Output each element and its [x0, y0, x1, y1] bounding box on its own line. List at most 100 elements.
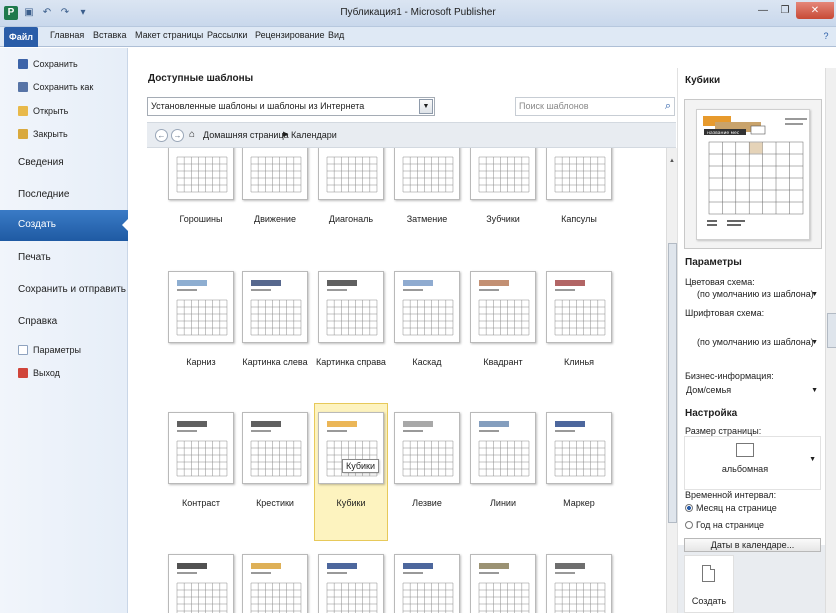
tab-file[interactable]: Файл [4, 27, 38, 47]
nav-close[interactable]: Закрыть [18, 129, 68, 139]
tab-view[interactable]: Вид [328, 30, 344, 40]
template-thumbnail[interactable] [318, 271, 384, 343]
template-thumbnail[interactable] [470, 148, 536, 200]
tab-page-layout[interactable]: Макет страницы [135, 30, 203, 40]
back-arrow-icon[interactable]: ← [155, 129, 168, 142]
business-info-select[interactable]: Дом/семья ▼ [684, 382, 821, 399]
save-icon [18, 59, 28, 69]
template-label: Квадрант [483, 357, 523, 367]
forward-arrow-icon[interactable]: → [171, 129, 184, 142]
breadcrumb-home[interactable]: Домашняя страница [203, 130, 289, 140]
preview-page: название мес [696, 109, 810, 240]
nav-options[interactable]: Параметры [18, 345, 81, 355]
template-thumbnail[interactable] [318, 554, 384, 613]
tab-home[interactable]: Главная [50, 30, 84, 40]
template-thumbnail[interactable] [168, 554, 234, 613]
chevron-down-icon[interactable]: ▼ [419, 99, 433, 114]
scroll-up-icon[interactable]: ▲ [669, 158, 675, 164]
nav-help[interactable]: Справка [18, 316, 57, 327]
font-scheme-select[interactable]: (по умолчанию из шаблона) ▼ [684, 334, 821, 351]
preview-calendar: название мес [703, 116, 807, 226]
nav-print[interactable]: Печать [18, 252, 51, 263]
template-thumbnail[interactable] [394, 554, 460, 613]
template-thumbnail[interactable] [546, 148, 612, 200]
close-icon[interactable]: ✕ [796, 2, 834, 19]
folder-open-icon [18, 106, 28, 116]
panel-scroll-thumb[interactable] [827, 313, 836, 348]
template-label: Карниз [186, 357, 216, 367]
template-thumbnail[interactable] [242, 271, 308, 343]
tab-insert[interactable]: Вставка [93, 30, 126, 40]
backstage-nav: Сохранить Сохранить как Открыть Закрыть … [0, 48, 129, 613]
template-thumbnail[interactable] [470, 271, 536, 343]
template-label: Линии [490, 498, 516, 508]
page-size-select[interactable]: альбомная ▼ [684, 436, 821, 490]
maximize-icon[interactable]: ❐ [774, 2, 796, 19]
scroll-thumb[interactable] [668, 243, 677, 523]
month-per-page-radio[interactable]: Месяц на странице [685, 503, 777, 513]
nav-save-send[interactable]: Сохранить и отправить [18, 284, 126, 295]
preview-month-title: название мес [707, 131, 740, 136]
template-thumbnail[interactable] [394, 271, 460, 343]
calendar-dates-button[interactable]: Даты в календаре... [684, 538, 821, 552]
window-title: Публикация1 - Microsoft Publisher [340, 7, 496, 18]
gallery-scrollbar[interactable]: ▲ [666, 148, 677, 613]
panel-scrollbar[interactable] [825, 68, 836, 613]
business-info-label: Бизнес-информация: [685, 371, 774, 381]
template-thumbnail[interactable] [318, 412, 384, 484]
home-icon[interactable]: ⌂ [189, 129, 195, 140]
breadcrumb: ← → ⌂ Домашняя страница ▶ Календари [147, 122, 676, 148]
nav-exit[interactable]: Выход [18, 368, 60, 378]
new-document-icon [702, 565, 715, 582]
template-thumbnail[interactable] [546, 554, 612, 613]
nav-open[interactable]: Открыть [18, 106, 68, 116]
active-pointer [122, 218, 129, 232]
year-per-page-radio[interactable]: Год на странице [685, 520, 764, 530]
template-thumbnail[interactable] [242, 148, 308, 200]
radio-selected-icon [685, 504, 693, 512]
template-thumbnail[interactable] [470, 412, 536, 484]
nav-recent[interactable]: Последние [18, 189, 69, 200]
template-thumbnail[interactable] [318, 148, 384, 200]
folder-close-icon [18, 129, 28, 139]
help-icon[interactable]: ? [820, 30, 832, 42]
template-thumbnail[interactable] [470, 554, 536, 613]
nav-info[interactable]: Сведения [18, 157, 64, 168]
template-thumbnail[interactable] [394, 412, 460, 484]
chevron-down-icon: ▼ [809, 456, 816, 463]
tab-review[interactable]: Рецензирование [255, 30, 325, 40]
tooltip: Кубики [342, 459, 379, 473]
options-icon [18, 345, 28, 355]
breadcrumb-calendars[interactable]: Календари [291, 130, 337, 140]
template-thumbnail[interactable] [168, 148, 234, 200]
radio-empty-icon [685, 521, 693, 529]
save-as-icon [18, 82, 28, 92]
available-templates-heading: Доступные шаблоны [148, 73, 254, 84]
template-thumbnail[interactable] [546, 271, 612, 343]
search-icon[interactable]: ⌕ [665, 98, 671, 115]
setup-heading: Настройка [685, 408, 738, 419]
template-label: Клинья [563, 357, 595, 367]
template-thumbnail[interactable] [242, 554, 308, 613]
template-thumbnail[interactable] [168, 412, 234, 484]
search-templates-input[interactable]: Поиск шаблонов ⌕ [515, 97, 675, 116]
template-gallery: Горошины Движение Диагональ Затмение Зубчики… [147, 148, 667, 613]
template-thumbnail[interactable] [168, 271, 234, 343]
template-thumbnail[interactable] [394, 148, 460, 200]
template-source-combo[interactable]: Установленные шаблоны и шаблоны из Интер… [147, 97, 435, 116]
nav-save[interactable]: Сохранить [18, 59, 78, 69]
create-button[interactable]: Создать [684, 555, 734, 613]
page-size-label: Размер страницы: [685, 426, 762, 436]
nav-create[interactable]: Создать [0, 210, 129, 241]
color-scheme-select[interactable]: (по умолчанию из шаблона) ▼ [684, 286, 821, 303]
template-label: Картинка справа [316, 357, 386, 367]
font-scheme-label: Шрифтовая схема: [685, 308, 765, 318]
template-label: Затмение [406, 214, 448, 224]
template-thumbnail[interactable] [242, 412, 308, 484]
template-thumbnail[interactable] [546, 412, 612, 484]
minimize-icon[interactable]: — [752, 2, 774, 19]
parameters-heading: Параметры [685, 257, 742, 268]
tab-mailings[interactable]: Рассылки [207, 30, 247, 40]
nav-save-as[interactable]: Сохранить как [18, 82, 93, 92]
template-label: Каскад [412, 357, 442, 367]
